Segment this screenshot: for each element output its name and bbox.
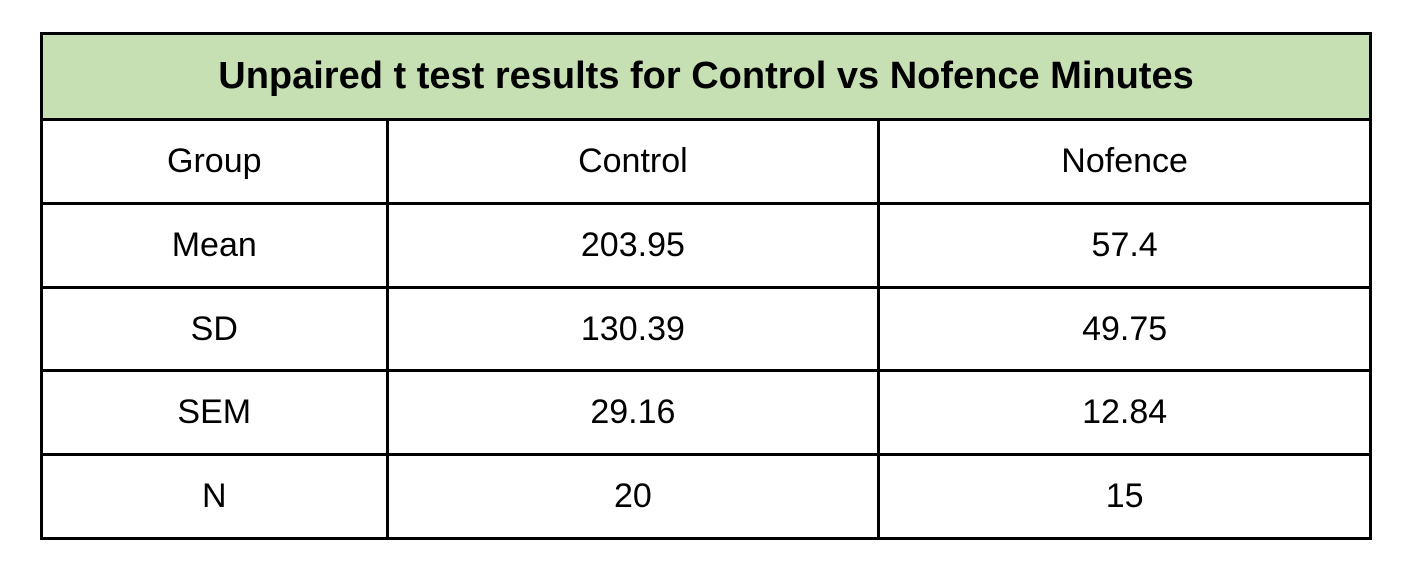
row-label: SD — [42, 287, 388, 371]
column-header-nofence: Nofence — [879, 120, 1371, 204]
table-row: SEM 29.16 12.84 — [42, 371, 1371, 455]
table-title: Unpaired t test results for Control vs N… — [42, 34, 1371, 120]
row-label: N — [42, 455, 388, 539]
cell-nofence-sem: 12.84 — [879, 371, 1371, 455]
table-title-row: Unpaired t test results for Control vs N… — [42, 34, 1371, 120]
table-row: Mean 203.95 57.4 — [42, 203, 1371, 287]
row-label: SEM — [42, 371, 388, 455]
column-header-group: Group — [42, 120, 388, 204]
row-label: Mean — [42, 203, 388, 287]
cell-control-n: 20 — [387, 455, 879, 539]
table-row: N 20 15 — [42, 455, 1371, 539]
column-header-control: Control — [387, 120, 879, 204]
cell-control-sem: 29.16 — [387, 371, 879, 455]
cell-control-sd: 130.39 — [387, 287, 879, 371]
cell-nofence-mean: 57.4 — [879, 203, 1371, 287]
cell-nofence-n: 15 — [879, 455, 1371, 539]
cell-nofence-sd: 49.75 — [879, 287, 1371, 371]
table-header-row: Group Control Nofence — [42, 120, 1371, 204]
ttest-results-table: Unpaired t test results for Control vs N… — [40, 32, 1372, 540]
table-row: SD 130.39 49.75 — [42, 287, 1371, 371]
cell-control-mean: 203.95 — [387, 203, 879, 287]
